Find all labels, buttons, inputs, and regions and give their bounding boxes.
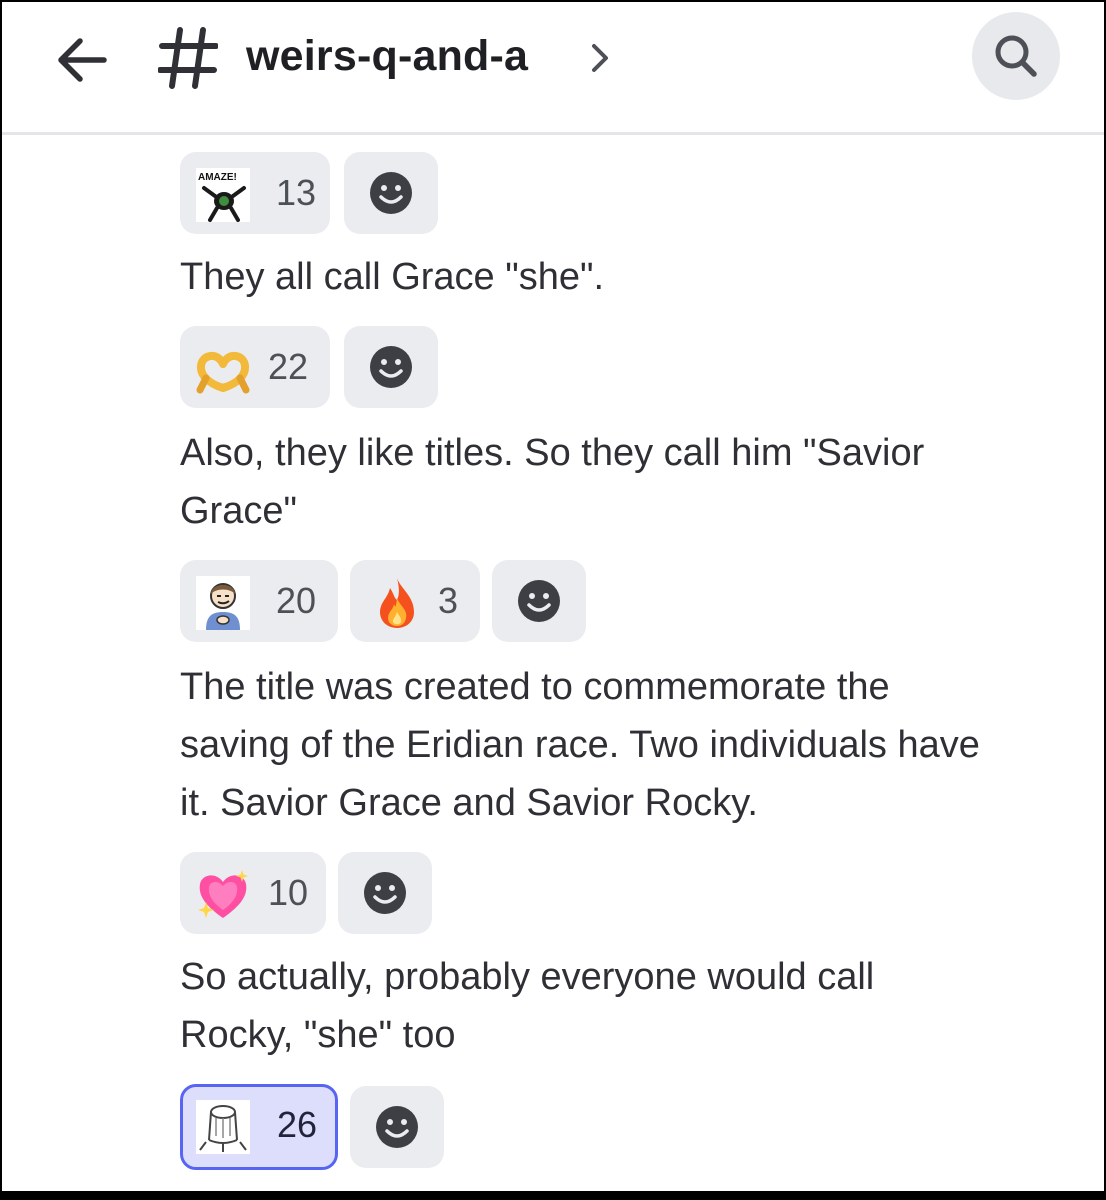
fire-emoji-icon — [370, 576, 424, 630]
add-reaction-button[interactable] — [350, 1086, 444, 1168]
hash-icon — [157, 26, 219, 90]
reaction-amaze[interactable]: AMAZE! 13 — [180, 152, 330, 234]
add-reaction-button[interactable] — [344, 326, 438, 408]
sparkling-heart-icon — [196, 868, 250, 922]
arrow-left-icon — [58, 38, 107, 82]
reaction-count: 26 — [277, 1104, 318, 1145]
add-reaction-button[interactable] — [492, 560, 586, 642]
message-text: Also, they like titles. So they call him… — [180, 432, 925, 532]
channel-name[interactable]: weirs-q-and-a — [246, 24, 528, 88]
add-reaction-button[interactable] — [344, 152, 438, 234]
add-reaction-button[interactable] — [338, 852, 432, 934]
message-text: They all call Grace "she". — [180, 256, 605, 298]
smiley-add-icon — [518, 580, 560, 622]
reaction-fire[interactable]: 3 — [350, 560, 480, 642]
reaction-stump-sketch[interactable]: 26 — [180, 1084, 338, 1170]
smiley-add-icon — [364, 872, 406, 914]
chat-screen: weirs-q-and-a AMAZE! 13 They all call Gr… — [2, 2, 1104, 1191]
reaction-count: 3 — [438, 580, 459, 621]
search-icon — [995, 35, 1037, 77]
reaction-smirk-person[interactable]: 20 — [180, 560, 338, 642]
amaze-emoji-icon: AMAZE! — [196, 168, 250, 222]
chevron-right-icon[interactable] — [586, 38, 614, 78]
stump-sketch-emoji-icon — [196, 1100, 250, 1154]
back-button[interactable] — [48, 26, 116, 94]
smiley-add-icon — [376, 1106, 418, 1148]
message-text: So actually, probably everyone would cal… — [180, 956, 875, 1056]
reaction-count: 20 — [276, 580, 317, 621]
heart-hands-emoji-icon — [196, 342, 250, 396]
reaction-count: 10 — [268, 872, 309, 913]
reaction-count: 22 — [268, 346, 309, 387]
reaction-sparkling-heart[interactable]: 10 — [180, 852, 326, 934]
smiley-add-icon — [370, 346, 412, 388]
svg-text:AMAZE!: AMAZE! — [198, 172, 237, 183]
smirk-person-emoji-icon — [196, 576, 250, 630]
reaction-count: 13 — [276, 172, 317, 213]
reaction-heart-hands[interactable]: 22 — [180, 326, 330, 408]
channel-header: weirs-q-and-a — [2, 2, 1104, 135]
smiley-add-icon — [370, 172, 412, 214]
message-text: The title was created to commemorate the… — [180, 666, 980, 824]
search-button[interactable] — [972, 12, 1060, 100]
